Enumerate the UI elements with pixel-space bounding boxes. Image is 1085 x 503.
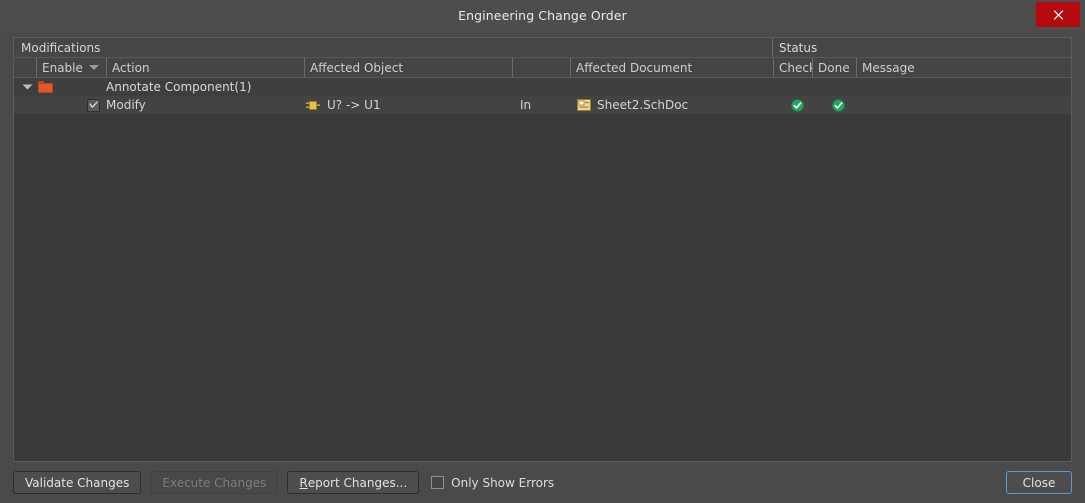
row-check-status bbox=[786, 96, 808, 114]
only-show-errors-label[interactable]: Only Show Errors bbox=[451, 476, 554, 490]
row-affected-document-label: Sheet2.SchDoc bbox=[597, 98, 689, 112]
table-row[interactable]: Modify U? -> U1 In Sheet2.SchDoc bbox=[14, 96, 1071, 114]
report-changes-label-rest: eport Changes... bbox=[307, 475, 408, 490]
column-header-check-label: Check bbox=[779, 60, 812, 75]
table-column-headers: Enable Action Affected Object Affected D… bbox=[14, 58, 1071, 78]
expand-triangle-icon[interactable] bbox=[20, 78, 34, 96]
column-header-relation[interactable] bbox=[512, 58, 570, 77]
status-group-header: Status bbox=[772, 38, 817, 57]
row-action-cell: Modify bbox=[106, 96, 296, 114]
status-ok-icon bbox=[831, 98, 845, 112]
column-header-affected-document-label: Affected Document bbox=[576, 60, 693, 75]
modifications-panel: Modifications Status Enable Action Affec… bbox=[13, 37, 1072, 462]
row-affected-document-cell: Sheet2.SchDoc bbox=[577, 96, 777, 114]
component-part-icon bbox=[305, 100, 321, 111]
row-affected-object-cell: U? -> U1 bbox=[305, 96, 505, 114]
row-affected-object-label: U? -> U1 bbox=[327, 98, 381, 112]
validate-changes-button[interactable]: Validate Changes bbox=[13, 471, 142, 494]
panel-caption-label: Modifications bbox=[21, 40, 101, 55]
row-relation-cell: In bbox=[515, 96, 571, 114]
column-header-affected-document[interactable]: Affected Document bbox=[570, 58, 773, 77]
column-header-affected-object-label: Affected Object bbox=[310, 60, 404, 75]
only-show-errors-checkbox[interactable] bbox=[431, 476, 445, 489]
column-header-action-label: Action bbox=[112, 60, 150, 75]
row-relation-label: In bbox=[520, 98, 532, 112]
row-message-cell bbox=[874, 96, 1069, 114]
folder-icon bbox=[38, 78, 56, 96]
column-header-check[interactable]: Check bbox=[773, 58, 812, 77]
column-header-done-label: Done bbox=[818, 60, 850, 75]
checkbox-checked-icon[interactable] bbox=[86, 98, 100, 112]
report-changes-mnemonic: R bbox=[299, 475, 308, 490]
row-action-label: Modify bbox=[106, 98, 146, 112]
row-enable-checkbox[interactable] bbox=[83, 96, 103, 114]
window-close-button[interactable] bbox=[1036, 2, 1080, 27]
close-x-icon bbox=[1053, 9, 1064, 20]
status-group-label: Status bbox=[779, 40, 818, 55]
close-button[interactable]: Close bbox=[1006, 471, 1072, 494]
column-header-enable-label: Enable bbox=[42, 60, 83, 75]
column-header-done[interactable]: Done bbox=[812, 58, 856, 77]
dialog-footer: Validate Changes Execute Changes Report … bbox=[0, 462, 1085, 503]
column-header-message-label: Message bbox=[862, 60, 915, 75]
engineering-change-order-dialog: Engineering Change Order Modifications S… bbox=[0, 0, 1085, 503]
column-header-enable[interactable]: Enable bbox=[36, 58, 106, 77]
column-header-message[interactable]: Message bbox=[856, 58, 1071, 77]
panel-caption-bar: Modifications Status bbox=[14, 38, 1071, 58]
table-row[interactable]: Annotate Component(1) bbox=[14, 78, 1071, 96]
column-header-affected-object[interactable]: Affected Object bbox=[304, 58, 512, 77]
row-action-label: Annotate Component(1) bbox=[106, 80, 252, 94]
modifications-table-body[interactable]: Annotate Component(1) Modify U? -> U1 In… bbox=[14, 78, 1071, 461]
report-changes-button[interactable]: Report Changes... bbox=[287, 471, 420, 494]
status-ok-icon bbox=[790, 98, 804, 112]
page-title: Engineering Change Order bbox=[458, 8, 627, 23]
schematic-document-icon bbox=[577, 99, 591, 111]
row-action-cell: Annotate Component(1) bbox=[106, 78, 306, 96]
close-button-wrapper: Close bbox=[1006, 471, 1072, 494]
sort-descending-icon[interactable] bbox=[89, 65, 99, 70]
title-bar: Engineering Change Order bbox=[0, 0, 1085, 31]
column-header-action[interactable]: Action bbox=[106, 58, 304, 77]
execute-changes-button: Execute Changes bbox=[150, 471, 279, 494]
row-done-status bbox=[827, 96, 849, 114]
column-header-indent bbox=[14, 58, 36, 77]
